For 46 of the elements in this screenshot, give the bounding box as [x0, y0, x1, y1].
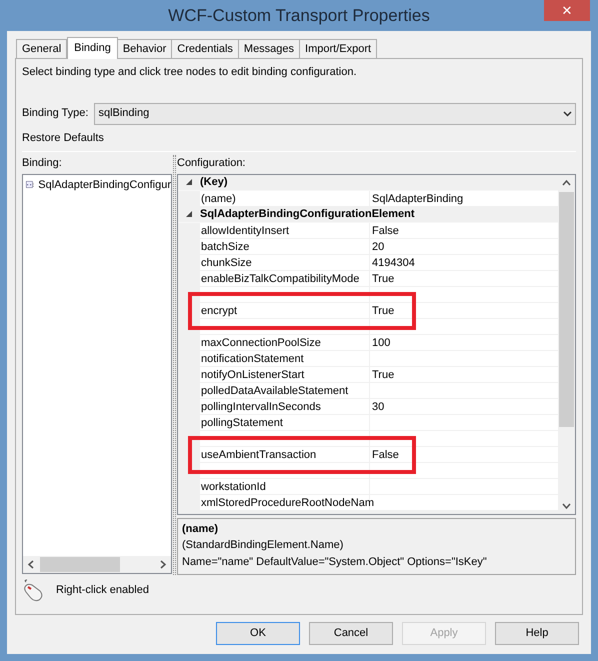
configuration-label: Configuration: [177, 156, 246, 171]
collapse-icon[interactable] [185, 178, 193, 186]
property-name[interactable]: encrypt [200, 302, 238, 318]
property-name[interactable]: enableBizTalkCompatibilityMode [200, 270, 360, 286]
property-name[interactable]: (name) [200, 190, 236, 206]
horizontal-scrollbar[interactable] [23, 556, 171, 572]
restore-defaults-link[interactable]: Restore Defaults [22, 130, 104, 146]
description-text: Name="name" DefaultValue="System.Object" Options="IsKey" [182, 554, 488, 570]
close-button[interactable]: ✕ [544, 0, 590, 21]
property-value[interactable]: True [370, 366, 394, 382]
tab[interactable]: General [16, 39, 68, 58]
property-value[interactable]: False [370, 222, 399, 238]
binding-type-dropdown[interactable]: sqlBinding [94, 102, 576, 124]
property-value[interactable]: 100 [370, 334, 390, 350]
collapse-icon[interactable] [185, 210, 193, 218]
instructions-text: Select binding type and click tree nodes to edit binding configuration. [22, 65, 358, 80]
binding-type-label: Binding Type: [22, 106, 88, 122]
property-value[interactable]: True [370, 270, 394, 286]
window-title: WCF-Custom Transport Properties [168, 4, 430, 27]
property-name[interactable]: batchSize [200, 238, 250, 254]
hint-text: Right-click enabled [56, 583, 149, 598]
property-value[interactable]: 30 [370, 398, 384, 414]
dialog-button[interactable]: Cancel [309, 622, 393, 645]
property-value[interactable]: SqlAdapterBinding [370, 190, 464, 206]
property-name[interactable]: workstationId [200, 478, 266, 494]
tree-item[interactable]: SqlAdapterBindingConfigur [26, 176, 171, 193]
property-name[interactable]: chunkSize [200, 254, 252, 270]
property-value[interactable]: 20 [370, 238, 384, 254]
tab[interactable]: Binding [67, 37, 118, 59]
description-title: (name) [182, 522, 220, 536]
property-name[interactable]: maxConnectionPoolSize [200, 334, 321, 350]
category-header: (Key) [200, 174, 228, 190]
chevron-down-icon [563, 110, 572, 116]
property-value[interactable]: True [370, 302, 394, 318]
property-value[interactable]: False [370, 446, 399, 462]
tab[interactable]: Import/Export [299, 39, 378, 58]
property-name[interactable]: useAmbientTransaction [200, 446, 316, 462]
property-name[interactable]: allowIdentityInsert [200, 222, 290, 238]
property-name[interactable]: pollingIntervalInSeconds [200, 398, 321, 414]
description-text: (StandardBindingElement.Name) [182, 538, 344, 553]
property-value[interactable]: 4194304 [370, 254, 415, 270]
dialog-button[interactable]: Help [495, 622, 579, 645]
property-name[interactable]: notifyOnListenerStart [200, 366, 304, 382]
binding-tree-label: Binding: [22, 156, 63, 171]
category-header: SqlAdapterBindingConfigurationElement [200, 206, 414, 222]
dialog-button[interactable]: OK [216, 622, 300, 645]
